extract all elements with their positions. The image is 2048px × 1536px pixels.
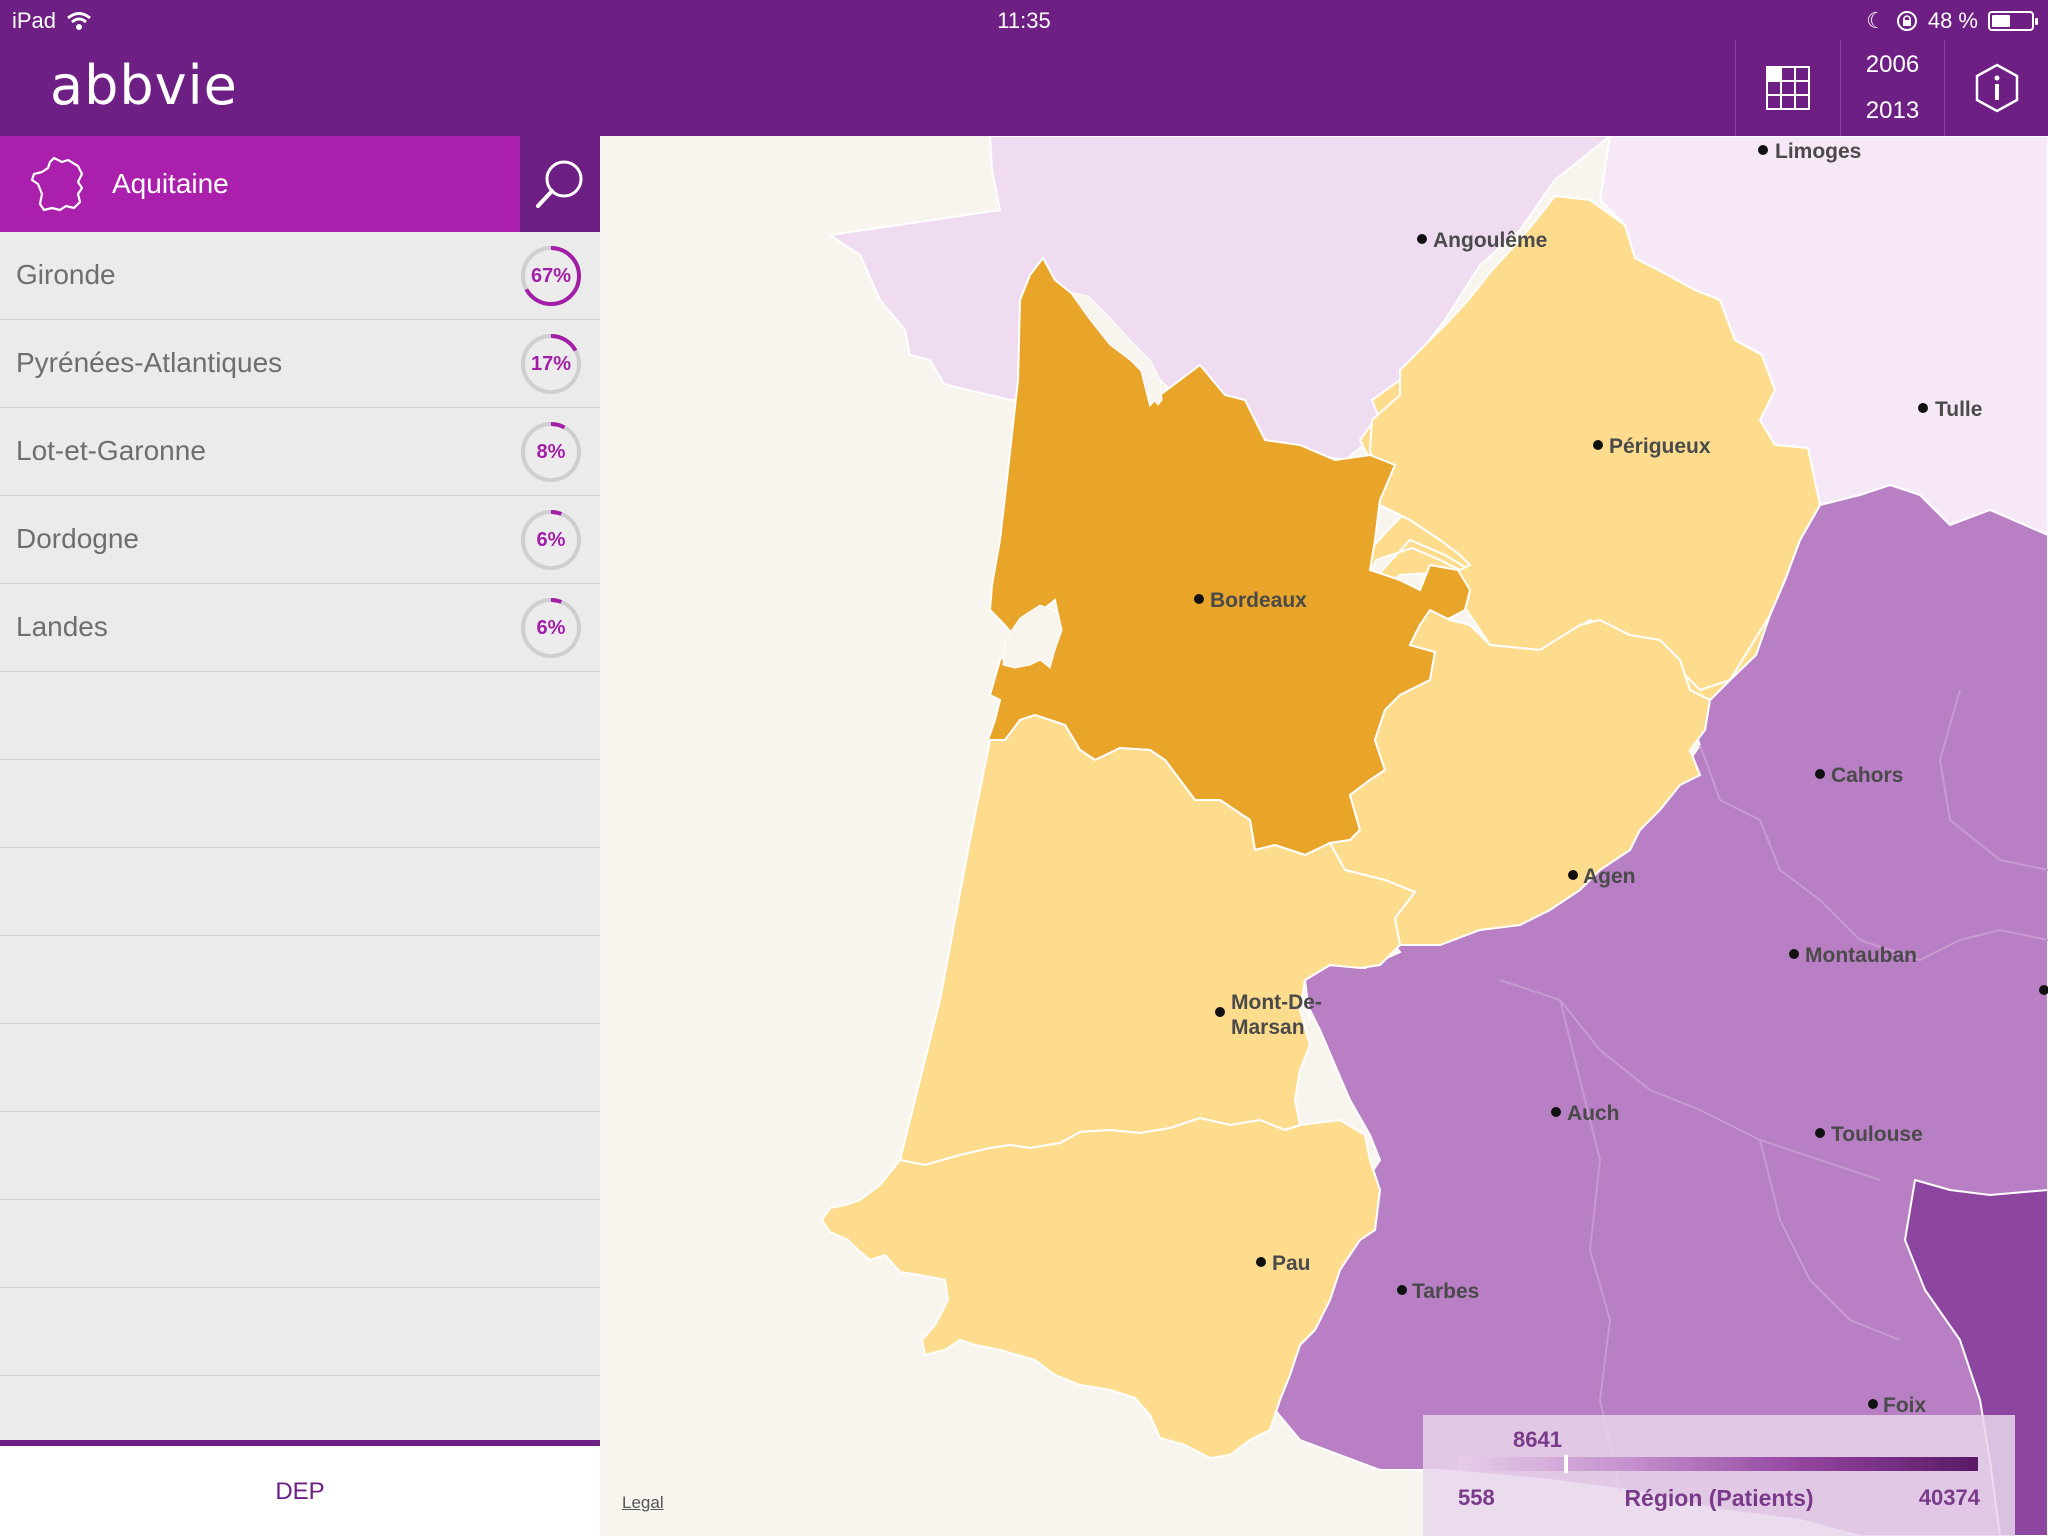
department-name: Landes xyxy=(16,611,108,642)
city-label: Montauban xyxy=(1805,944,1917,967)
city-label: Angoulême xyxy=(1433,229,1547,252)
department-name: Gironde xyxy=(16,259,116,290)
percent-label: 6% xyxy=(536,529,566,551)
city-label: Mont-De- xyxy=(1231,991,1322,1014)
legend-max: 40374 xyxy=(1918,1485,1980,1510)
dep-label: DEP xyxy=(275,1478,325,1505)
sidebar-footer[interactable]: DEP xyxy=(0,1440,600,1536)
city-label: Pau xyxy=(1272,1252,1311,1275)
city-dot xyxy=(1194,594,1204,604)
choropleth-map[interactable]: Limoges Angoulême Tulle Périgueux Bordeaux Ca… xyxy=(600,136,2048,1536)
empty-row xyxy=(0,936,600,1024)
city-dot xyxy=(1868,1399,1878,1409)
city-label: Bordeaux xyxy=(1210,589,1307,612)
empty-row xyxy=(0,1200,600,1288)
grid-view-button[interactable] xyxy=(1735,40,1840,136)
info-button[interactable] xyxy=(1944,40,2048,136)
department-row[interactable]: Lot-et-Garonne 8% xyxy=(0,408,600,496)
department-row[interactable]: Dordogne 6% xyxy=(0,496,600,584)
city-dot xyxy=(1815,769,1825,779)
map-svg[interactable]: Limoges Angoulême Tulle Périgueux Bordeaux Ca… xyxy=(600,136,2048,1536)
department-name: Dordogne xyxy=(16,523,139,554)
rotation-lock-icon xyxy=(1896,11,1917,31)
search-icon xyxy=(536,160,583,208)
city-dot xyxy=(1551,1107,1561,1117)
city-label: Périgueux xyxy=(1609,435,1711,458)
percent-label: 6% xyxy=(536,617,566,639)
app: iPad 11:35 ☾ 48 % abbvie 2006 2013 Aquit… xyxy=(0,0,2048,1536)
map-legend: 8641 558 Région (Patients) 40374 xyxy=(1423,1415,2015,1536)
city-label: Foix xyxy=(1883,1394,1926,1417)
france-map-icon xyxy=(30,156,84,212)
city-dot xyxy=(1758,145,1768,155)
department-name: Lot-et-Garonne xyxy=(16,435,206,466)
moon-icon: ☾ xyxy=(1866,8,1886,33)
legend-marker xyxy=(1563,1455,1568,1473)
empty-row xyxy=(0,672,600,760)
empty-row xyxy=(0,1288,600,1376)
department-list: Gironde 67% Pyrénées-Atlantiques 17% Lot-et-… xyxy=(0,232,600,1464)
city-dot xyxy=(1789,949,1799,959)
region-title: Aquitaine xyxy=(112,168,229,199)
percent-label: 8% xyxy=(536,441,566,463)
department-name: Pyrénées-Atlantiques xyxy=(16,347,283,378)
grid-icon xyxy=(1766,66,1810,110)
region-header[interactable]: Aquitaine xyxy=(0,136,600,232)
city-label: Limoges xyxy=(1775,140,1861,163)
city-label: Auch xyxy=(1567,1102,1620,1125)
year-end: 2013 xyxy=(1865,97,1920,124)
percent-label: 17% xyxy=(530,353,572,375)
status-bar: iPad 11:35 ☾ 48 % xyxy=(0,0,2048,40)
department-row[interactable]: Pyrénées-Atlantiques 17% xyxy=(0,320,600,408)
year-range-button[interactable]: 2006 2013 xyxy=(1840,40,1944,136)
clock: 11:35 xyxy=(997,8,1051,33)
city-dot xyxy=(1256,1257,1266,1267)
search-button[interactable] xyxy=(520,136,600,232)
battery-icon xyxy=(1988,11,2038,31)
city-label: Toulouse xyxy=(1831,1123,1923,1146)
department-row[interactable]: Gironde 67% xyxy=(0,232,600,320)
city-label: Tarbes xyxy=(1412,1280,1479,1303)
city-dot xyxy=(1815,1128,1825,1138)
year-start: 2006 xyxy=(1865,51,1920,78)
legend-color-ramp xyxy=(1458,1457,1978,1471)
empty-row xyxy=(0,848,600,936)
percent-label: 67% xyxy=(530,265,572,287)
abbvie-logo: abbvie xyxy=(50,54,238,117)
legal-link[interactable]: Legal xyxy=(622,1493,664,1513)
app-header: abbvie 2006 2013 xyxy=(0,40,2048,136)
city-dot xyxy=(1215,1007,1225,1017)
city-dot xyxy=(1397,1285,1407,1295)
city-dot xyxy=(1568,870,1578,880)
city-label: Cahors xyxy=(1831,764,1903,787)
city-label: Tulle xyxy=(1935,398,1982,421)
empty-row xyxy=(0,1112,600,1200)
city-dot xyxy=(1918,403,1928,413)
city-dot xyxy=(1417,234,1427,244)
legend-current-value: 8641 xyxy=(1513,1427,1562,1452)
empty-row xyxy=(0,760,600,848)
info-icon xyxy=(1975,63,2018,113)
city-label: Agen xyxy=(1583,865,1636,888)
sidebar: Aquitaine Gironde 67% Pyrénées-Atlantiques… xyxy=(0,136,600,1536)
empty-row xyxy=(0,1024,600,1112)
city-dot xyxy=(1593,440,1603,450)
city-label: Marsan xyxy=(1231,1016,1305,1039)
department-row[interactable]: Landes 6% xyxy=(0,584,600,672)
battery-percent: 48 % xyxy=(1927,8,1978,33)
